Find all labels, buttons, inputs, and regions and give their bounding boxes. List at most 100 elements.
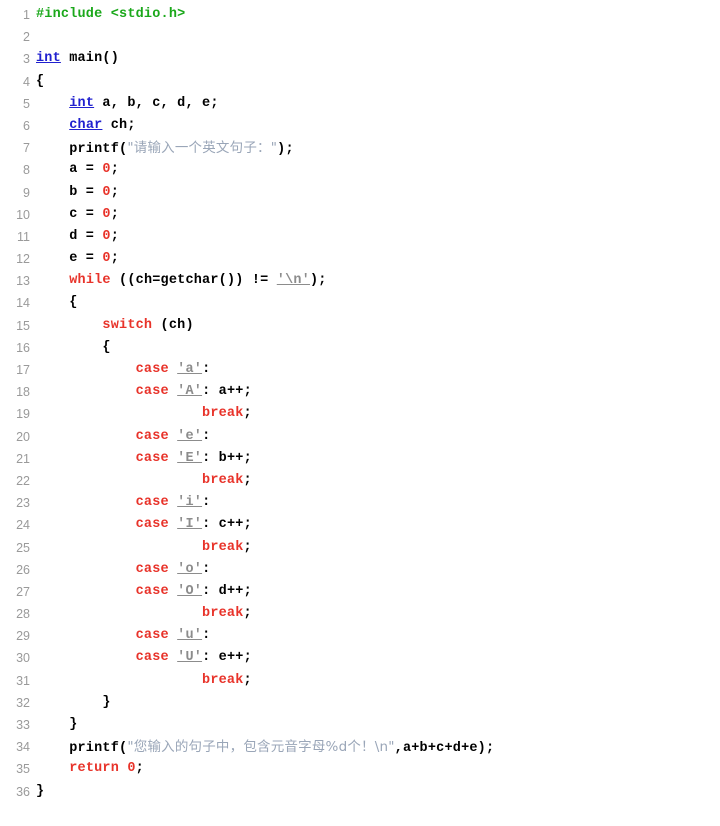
code-token: ); xyxy=(309,273,327,289)
code-text[interactable]: b = 0; xyxy=(36,182,119,204)
code-text[interactable]: } xyxy=(36,714,78,736)
code-line[interactable]: 1 #include <stdio.h> xyxy=(0,4,720,26)
line-number: 36 xyxy=(16,784,30,799)
code-token: ; xyxy=(243,606,252,622)
code-line[interactable]: 14 { xyxy=(0,292,720,314)
code-text[interactable]: a = 0; xyxy=(36,159,119,181)
code-line[interactable]: 24 case 'I': c++; xyxy=(0,514,720,536)
code-line[interactable]: 33 } xyxy=(0,714,720,736)
code-token: "请输入一个英文句子：" xyxy=(127,140,278,157)
code-text[interactable]: break; xyxy=(36,470,252,492)
code-line[interactable]: 32 } xyxy=(0,692,720,714)
code-line[interactable]: 3 int main() xyxy=(0,48,720,70)
code-token: : b++; xyxy=(202,450,252,466)
code-line[interactable]: 13 while ((ch=getchar()) != '\n'); xyxy=(0,270,720,292)
code-token: ; xyxy=(110,184,120,200)
code-text[interactable]: { xyxy=(36,71,44,93)
line-number: 10 xyxy=(16,207,30,222)
code-token: return xyxy=(69,761,120,777)
code-line[interactable]: 23 case 'i': xyxy=(0,492,720,514)
code-line[interactable]: 31 break; xyxy=(0,670,720,692)
code-token: case xyxy=(135,517,169,533)
code-line[interactable]: 29 case 'u': xyxy=(0,625,720,647)
code-line[interactable]: 7 printf("请输入一个英文句子："); xyxy=(0,137,720,159)
code-token: : xyxy=(202,561,211,577)
code-text[interactable]: } xyxy=(36,781,44,803)
code-text[interactable]: case 'e': xyxy=(36,426,211,448)
code-text[interactable]: case 'O': d++; xyxy=(36,581,252,603)
code-line[interactable]: 2 xyxy=(0,26,720,48)
code-line[interactable]: 35 return 0; xyxy=(0,758,720,780)
code-text[interactable]: break; xyxy=(36,403,252,425)
code-line[interactable]: 36} xyxy=(0,781,720,803)
code-line[interactable]: 34 printf("您输入的句子中，包含元音字母%d个！\n",a+b+c+d… xyxy=(0,736,720,758)
code-line[interactable]: 17 case 'a': xyxy=(0,359,720,381)
line-number: 19 xyxy=(16,407,30,422)
code-line[interactable]: 4{ xyxy=(0,71,720,93)
code-text[interactable]: switch (ch) xyxy=(36,315,194,337)
code-token: 0 xyxy=(102,162,111,178)
line-number: 3 xyxy=(23,52,30,67)
code-text[interactable]: case 'o': xyxy=(36,559,211,581)
code-text[interactable]: break; xyxy=(36,603,252,625)
code-line[interactable]: 21 case 'E': b++; xyxy=(0,448,720,470)
code-line[interactable]: 10 c = 0; xyxy=(0,204,720,226)
code-text[interactable]: case 'I': c++; xyxy=(36,514,252,536)
line-number: 20 xyxy=(16,429,30,444)
code-text[interactable]: case 'u': xyxy=(36,625,211,647)
code-text[interactable]: case 'U': e++; xyxy=(36,647,252,669)
code-line[interactable]: 16 { xyxy=(0,337,720,359)
code-text[interactable]: c = 0; xyxy=(36,204,119,226)
code-line[interactable]: 11 d = 0; xyxy=(0,226,720,248)
code-token: case xyxy=(135,384,169,400)
code-line[interactable]: 18 case 'A': a++; xyxy=(0,381,720,403)
code-line[interactable]: 27 case 'O': d++; xyxy=(0,581,720,603)
code-text[interactable]: case 'i': xyxy=(36,492,211,514)
code-text[interactable]: case 'A': a++; xyxy=(36,381,252,403)
code-token: '\n' xyxy=(276,273,310,289)
code-line[interactable]: 19 break; xyxy=(0,403,720,425)
code-text[interactable]: return 0; xyxy=(36,758,144,780)
code-line[interactable]: 25 break; xyxy=(0,537,720,559)
code-text[interactable]: break; xyxy=(36,537,252,559)
code-text[interactable]: #include <stdio.h> xyxy=(36,4,185,26)
code-line[interactable]: 5 int a, b, c, d, e; xyxy=(0,93,720,115)
code-text[interactable]: char ch; xyxy=(36,115,136,137)
code-line[interactable]: 8 a = 0; xyxy=(0,159,720,181)
code-text[interactable]: case 'E': b++; xyxy=(36,448,252,470)
code-listing[interactable]: 1 #include <stdio.h> 2 3 int main() 4{5 int a… xyxy=(0,0,720,803)
code-text[interactable]: int main() xyxy=(36,48,119,70)
code-line[interactable]: 20 case 'e': xyxy=(0,426,720,448)
code-text[interactable]: e = 0; xyxy=(36,248,119,270)
code-line[interactable]: 12 e = 0; xyxy=(0,248,720,270)
code-line[interactable]: 28 break; xyxy=(0,603,720,625)
code-token: case xyxy=(135,628,169,644)
code-line[interactable]: 26 case 'o': xyxy=(0,559,720,581)
code-text[interactable]: printf("请输入一个英文句子："); xyxy=(36,137,294,161)
code-line[interactable]: 9 b = 0; xyxy=(0,182,720,204)
code-line[interactable]: 15 switch (ch) xyxy=(0,315,720,337)
code-line[interactable]: 6 char ch; xyxy=(0,115,720,137)
code-text[interactable]: break; xyxy=(36,670,252,692)
code-text[interactable]: while ((ch=getchar()) != '\n'); xyxy=(36,270,327,292)
code-text[interactable]: { xyxy=(36,337,111,359)
code-token: break xyxy=(202,406,244,422)
code-text[interactable]: } xyxy=(36,692,111,714)
line-number: 16 xyxy=(16,340,30,355)
code-token: case xyxy=(135,561,169,577)
code-text[interactable]: int a, b, c, d, e; xyxy=(36,93,219,115)
code-text[interactable]: printf("您输入的句子中，包含元音字母%d个！\n",a+b+c+d+e)… xyxy=(36,736,494,760)
code-text[interactable]: { xyxy=(36,292,78,314)
code-line[interactable]: 30 case 'U': e++; xyxy=(0,647,720,669)
code-text[interactable]: case 'a': xyxy=(36,359,211,381)
code-text[interactable]: d = 0; xyxy=(36,226,119,248)
code-line[interactable]: 22 break; xyxy=(0,470,720,492)
code-token: d = xyxy=(36,228,103,244)
